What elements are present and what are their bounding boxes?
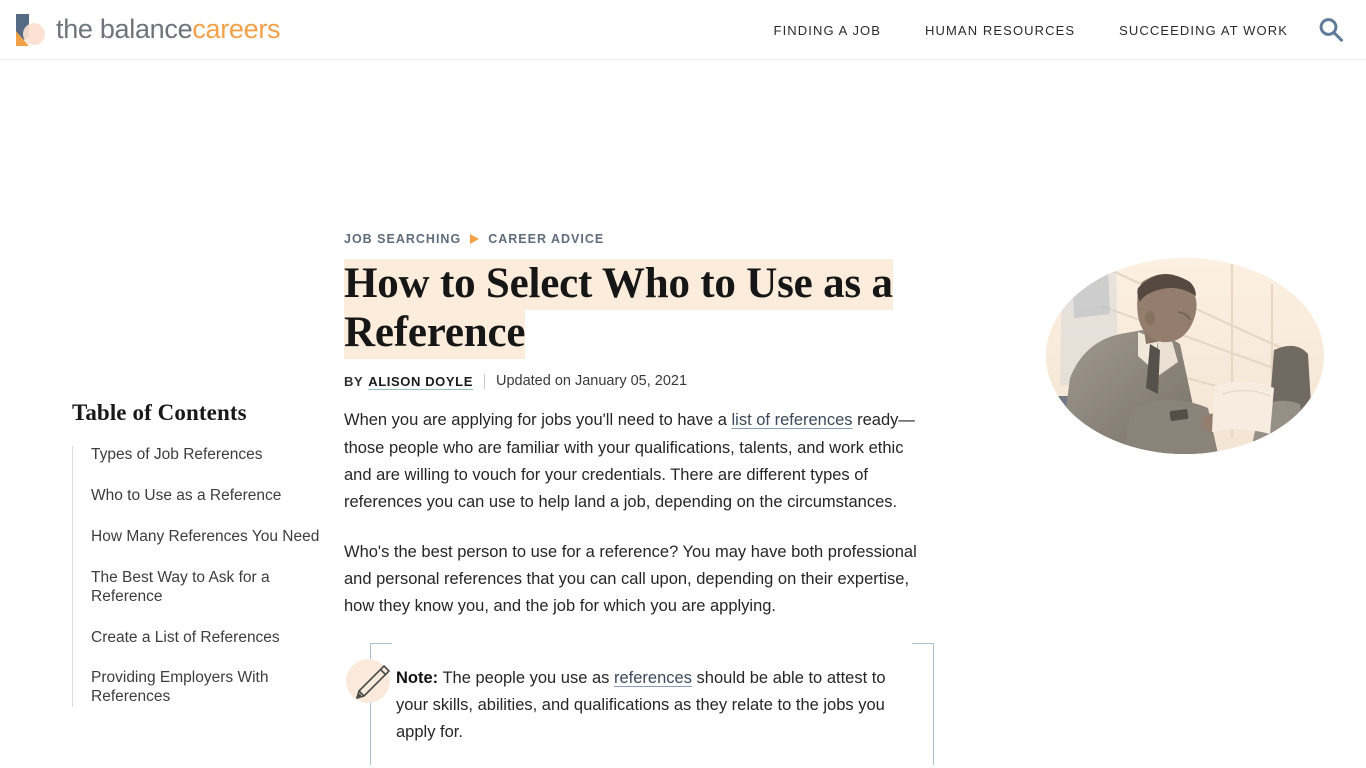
toc-link-providing-employers-with-references[interactable]: Providing Employers With References bbox=[91, 669, 322, 707]
byline-by-label: BY bbox=[344, 373, 364, 389]
list-item: How Many References You Need bbox=[91, 528, 322, 547]
page-title-text: How to Select Who to Use as a Reference bbox=[344, 259, 893, 359]
hero-photo-icon bbox=[1046, 258, 1324, 454]
breadcrumb: JOB SEARCHING CAREER ADVICE bbox=[344, 232, 934, 246]
table-of-contents: Table of Contents Types of Job Reference… bbox=[72, 400, 322, 708]
note-callout: Note: The people you use as references s… bbox=[344, 642, 934, 766]
page-title: How to Select Who to Use as a Reference bbox=[344, 259, 934, 359]
byline-divider bbox=[483, 373, 485, 389]
toc-list: Types of Job References Who to Use as a … bbox=[72, 446, 322, 708]
link-list-of-references[interactable]: list of references bbox=[731, 411, 852, 429]
paragraph-intro: When you are applying for jobs you'll ne… bbox=[344, 407, 934, 517]
site-logo-link[interactable]: the balancecareers bbox=[14, 12, 281, 48]
search-icon bbox=[1319, 18, 1343, 42]
list-item: Create a List of References bbox=[91, 629, 322, 648]
brand-wordmark: the balancecareers bbox=[56, 14, 281, 44]
nav-item-succeeding-at-work[interactable]: SUCCEEDING AT WORK bbox=[1119, 23, 1288, 38]
main-navigation: FINDING A JOB HUMAN RESOURCES SUCCEEDING… bbox=[774, 0, 1288, 60]
byline: BY ALISON DOYLE Updated on January 05, 2… bbox=[344, 373, 934, 389]
list-item: The Best Way to Ask for a Reference bbox=[91, 569, 322, 607]
toc-link-types-of-job-references[interactable]: Types of Job References bbox=[91, 446, 322, 465]
byline-updated-date: Updated on January 05, 2021 bbox=[495, 373, 688, 390]
list-item: Who to Use as a Reference bbox=[91, 487, 322, 506]
nav-item-human-resources[interactable]: HUMAN RESOURCES bbox=[925, 23, 1075, 38]
list-item: Types of Job References bbox=[91, 446, 322, 465]
page-body: Table of Contents Types of Job Reference… bbox=[0, 60, 1366, 768]
paragraph-text-pre: When you are applying for jobs you'll ne… bbox=[344, 411, 732, 430]
breadcrumb-item-career-advice[interactable]: CAREER ADVICE bbox=[488, 232, 604, 246]
note-corner-top-right bbox=[912, 642, 934, 661]
nav-item-finding-a-job[interactable]: FINDING A JOB bbox=[774, 23, 881, 38]
brand-name-secondary: careers bbox=[192, 14, 281, 44]
toc-link-create-a-list-of-references[interactable]: Create a List of References bbox=[91, 629, 322, 648]
toc-link-how-many-references-you-need[interactable]: How Many References You Need bbox=[91, 528, 322, 547]
balance-logo-mark-icon bbox=[14, 12, 48, 48]
hero-image bbox=[1046, 258, 1324, 454]
article-main: JOB SEARCHING CAREER ADVICE How to Selec… bbox=[344, 232, 934, 768]
search-button[interactable] bbox=[1314, 13, 1348, 47]
note-label: Note: bbox=[396, 668, 439, 687]
paragraph-second: Who's the best person to use for a refer… bbox=[344, 542, 917, 616]
link-references[interactable]: references bbox=[614, 669, 692, 687]
byline-author-link[interactable]: ALISON DOYLE bbox=[368, 374, 473, 389]
note-text: Note: The people you use as references s… bbox=[396, 665, 916, 746]
note-text-pre: The people you use as bbox=[438, 668, 614, 687]
toc-title: Table of Contents bbox=[72, 400, 247, 425]
triangle-right-icon bbox=[470, 234, 480, 244]
list-item: Providing Employers With References bbox=[91, 669, 322, 707]
toc-link-who-to-use-as-a-reference[interactable]: Who to Use as a Reference bbox=[91, 487, 322, 506]
site-header: the balancecareers FINDING A JOB HUMAN R… bbox=[0, 0, 1366, 60]
brand-name-primary: the balance bbox=[56, 14, 193, 44]
toc-link-the-best-way-to-ask-for-a-reference[interactable]: The Best Way to Ask for a Reference bbox=[91, 569, 322, 607]
pencil-icon bbox=[346, 657, 398, 709]
note-border-right bbox=[933, 660, 934, 766]
breadcrumb-item-job-searching[interactable]: JOB SEARCHING bbox=[344, 232, 461, 246]
